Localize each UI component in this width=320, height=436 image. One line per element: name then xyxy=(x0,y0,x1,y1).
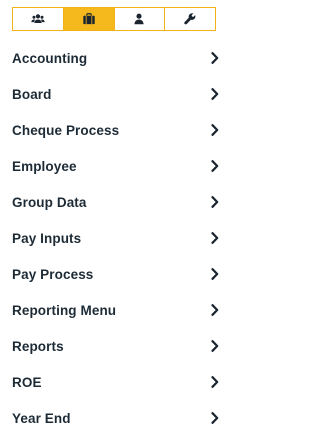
menu-item-label: Group Data xyxy=(12,194,87,210)
menu-item-label: Board xyxy=(12,86,52,102)
briefcase-icon xyxy=(82,13,95,25)
chevron-right-icon xyxy=(211,88,219,100)
menu-item-reporting-menu[interactable]: Reporting Menu xyxy=(0,292,229,328)
user-icon xyxy=(134,13,144,25)
chevron-right-icon xyxy=(211,376,219,388)
chevron-right-icon xyxy=(211,196,219,208)
main-menu: Accounting Board Cheque Process Employee… xyxy=(0,40,229,436)
menu-item-label: Reporting Menu xyxy=(12,302,117,318)
chevron-right-icon xyxy=(211,304,219,316)
module-tab-bar xyxy=(12,7,216,31)
menu-item-accounting[interactable]: Accounting xyxy=(0,40,229,76)
menu-item-label: ROE xyxy=(12,374,42,390)
menu-item-group-data[interactable]: Group Data xyxy=(0,184,229,220)
users-icon xyxy=(31,14,45,23)
menu-item-year-end[interactable]: Year End xyxy=(0,400,229,436)
menu-item-label: Pay Process xyxy=(12,266,94,282)
tab-user[interactable] xyxy=(115,8,166,30)
menu-item-label: Employee xyxy=(12,158,77,174)
chevron-right-icon xyxy=(211,124,219,136)
menu-item-label: Year End xyxy=(12,410,71,426)
chevron-right-icon xyxy=(211,340,219,352)
chevron-right-icon xyxy=(211,52,219,64)
menu-item-label: Pay Inputs xyxy=(12,230,82,246)
menu-item-reports[interactable]: Reports xyxy=(0,328,229,364)
menu-item-label: Reports xyxy=(12,338,64,354)
chevron-right-icon xyxy=(211,412,219,424)
chevron-right-icon xyxy=(211,160,219,172)
menu-item-board[interactable]: Board xyxy=(0,76,229,112)
menu-item-cheque-process[interactable]: Cheque Process xyxy=(0,112,229,148)
menu-item-employee[interactable]: Employee xyxy=(0,148,229,184)
tab-briefcase[interactable] xyxy=(63,8,115,30)
menu-item-label: Cheque Process xyxy=(12,122,120,138)
wrench-icon xyxy=(184,13,196,25)
chevron-right-icon xyxy=(211,232,219,244)
menu-item-pay-process[interactable]: Pay Process xyxy=(0,256,229,292)
menu-item-roe[interactable]: ROE xyxy=(0,364,229,400)
tab-users[interactable] xyxy=(13,8,64,30)
tab-settings[interactable] xyxy=(165,8,215,30)
chevron-right-icon xyxy=(211,268,219,280)
menu-item-pay-inputs[interactable]: Pay Inputs xyxy=(0,220,229,256)
menu-item-label: Accounting xyxy=(12,50,88,66)
